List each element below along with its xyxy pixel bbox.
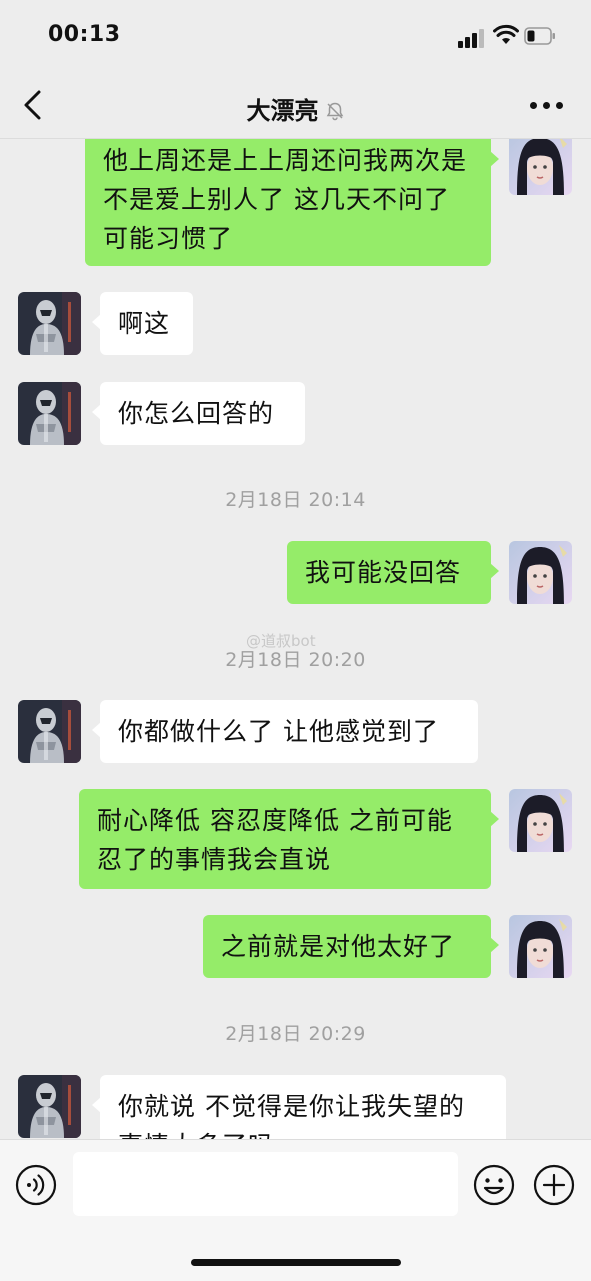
message-list[interactable]: 他上周还是上上周还问我两次是不是爱上别人了 这几天不问了 可能习惯了 啊这 你怎… xyxy=(0,139,591,1139)
contact-avatar[interactable] xyxy=(18,1075,81,1138)
timestamp: 2月18日 20:20 xyxy=(225,649,366,671)
timestamp: 2月18日 20:29 xyxy=(225,1023,366,1045)
message-sent: 他上周还是上上周还问我两次是不是爱上别人了 这几天不问了 可能习惯了 xyxy=(0,139,591,269)
my-avatar[interactable] xyxy=(509,915,572,978)
my-avatar[interactable] xyxy=(509,139,572,195)
message-bubble[interactable]: 你都做什么了 让他感觉到了 xyxy=(92,700,478,763)
message-sent: 耐心降低 容忍度降低 之前可能忍了的事情我会直说 xyxy=(0,789,591,891)
message-sent: 之前就是对他太好了 xyxy=(0,915,591,981)
message-sent: 我可能没回答 xyxy=(0,541,591,607)
contact-avatar[interactable] xyxy=(18,700,81,763)
my-avatar[interactable] xyxy=(509,541,572,604)
status-bar: 00:13 xyxy=(0,0,591,72)
message-bubble[interactable]: 啊这 xyxy=(92,292,193,355)
timestamp: 2月18日 20:14 xyxy=(225,489,366,511)
wifi-icon xyxy=(493,24,519,44)
message-received: 你就说 不觉得是你让我失望的事情太多了吗 xyxy=(0,1075,591,1139)
message-bubble[interactable]: 我可能没回答 xyxy=(287,541,499,604)
emoji-icon[interactable] xyxy=(473,1164,515,1206)
voice-icon[interactable] xyxy=(15,1164,57,1206)
plus-circle-icon[interactable] xyxy=(533,1164,575,1206)
battery-icon xyxy=(524,27,555,45)
message-received: 你都做什么了 让他感觉到了 xyxy=(0,700,591,766)
message-bubble[interactable]: 之前就是对他太好了 xyxy=(203,915,499,978)
message-input[interactable] xyxy=(73,1152,458,1216)
my-avatar[interactable] xyxy=(509,789,572,852)
contact-avatar[interactable] xyxy=(18,292,81,355)
chat-title-text: 大漂亮 xyxy=(246,97,319,125)
message-bubble[interactable]: 他上周还是上上周还问我两次是不是爱上别人了 这几天不问了 可能习惯了 xyxy=(85,139,499,266)
status-time: 00:13 xyxy=(48,22,121,47)
message-received: 啊这 xyxy=(0,292,591,358)
home-indicator[interactable] xyxy=(191,1259,401,1266)
bell-slash-icon xyxy=(326,102,343,121)
cellular-signal-icon xyxy=(458,28,486,48)
message-bubble[interactable]: 你怎么回答的 xyxy=(92,382,305,445)
message-bubble[interactable]: 耐心降低 容忍度降低 之前可能忍了的事情我会直说 xyxy=(79,789,499,889)
message-received: 你怎么回答的 xyxy=(0,382,591,448)
contact-avatar[interactable] xyxy=(18,382,81,445)
more-dots-icon[interactable] xyxy=(530,102,564,110)
message-bubble[interactable]: 你就说 不觉得是你让我失望的事情太多了吗 xyxy=(92,1075,506,1139)
chat-title: 大漂亮 xyxy=(0,91,591,126)
chat-header: 大漂亮 xyxy=(0,72,591,139)
